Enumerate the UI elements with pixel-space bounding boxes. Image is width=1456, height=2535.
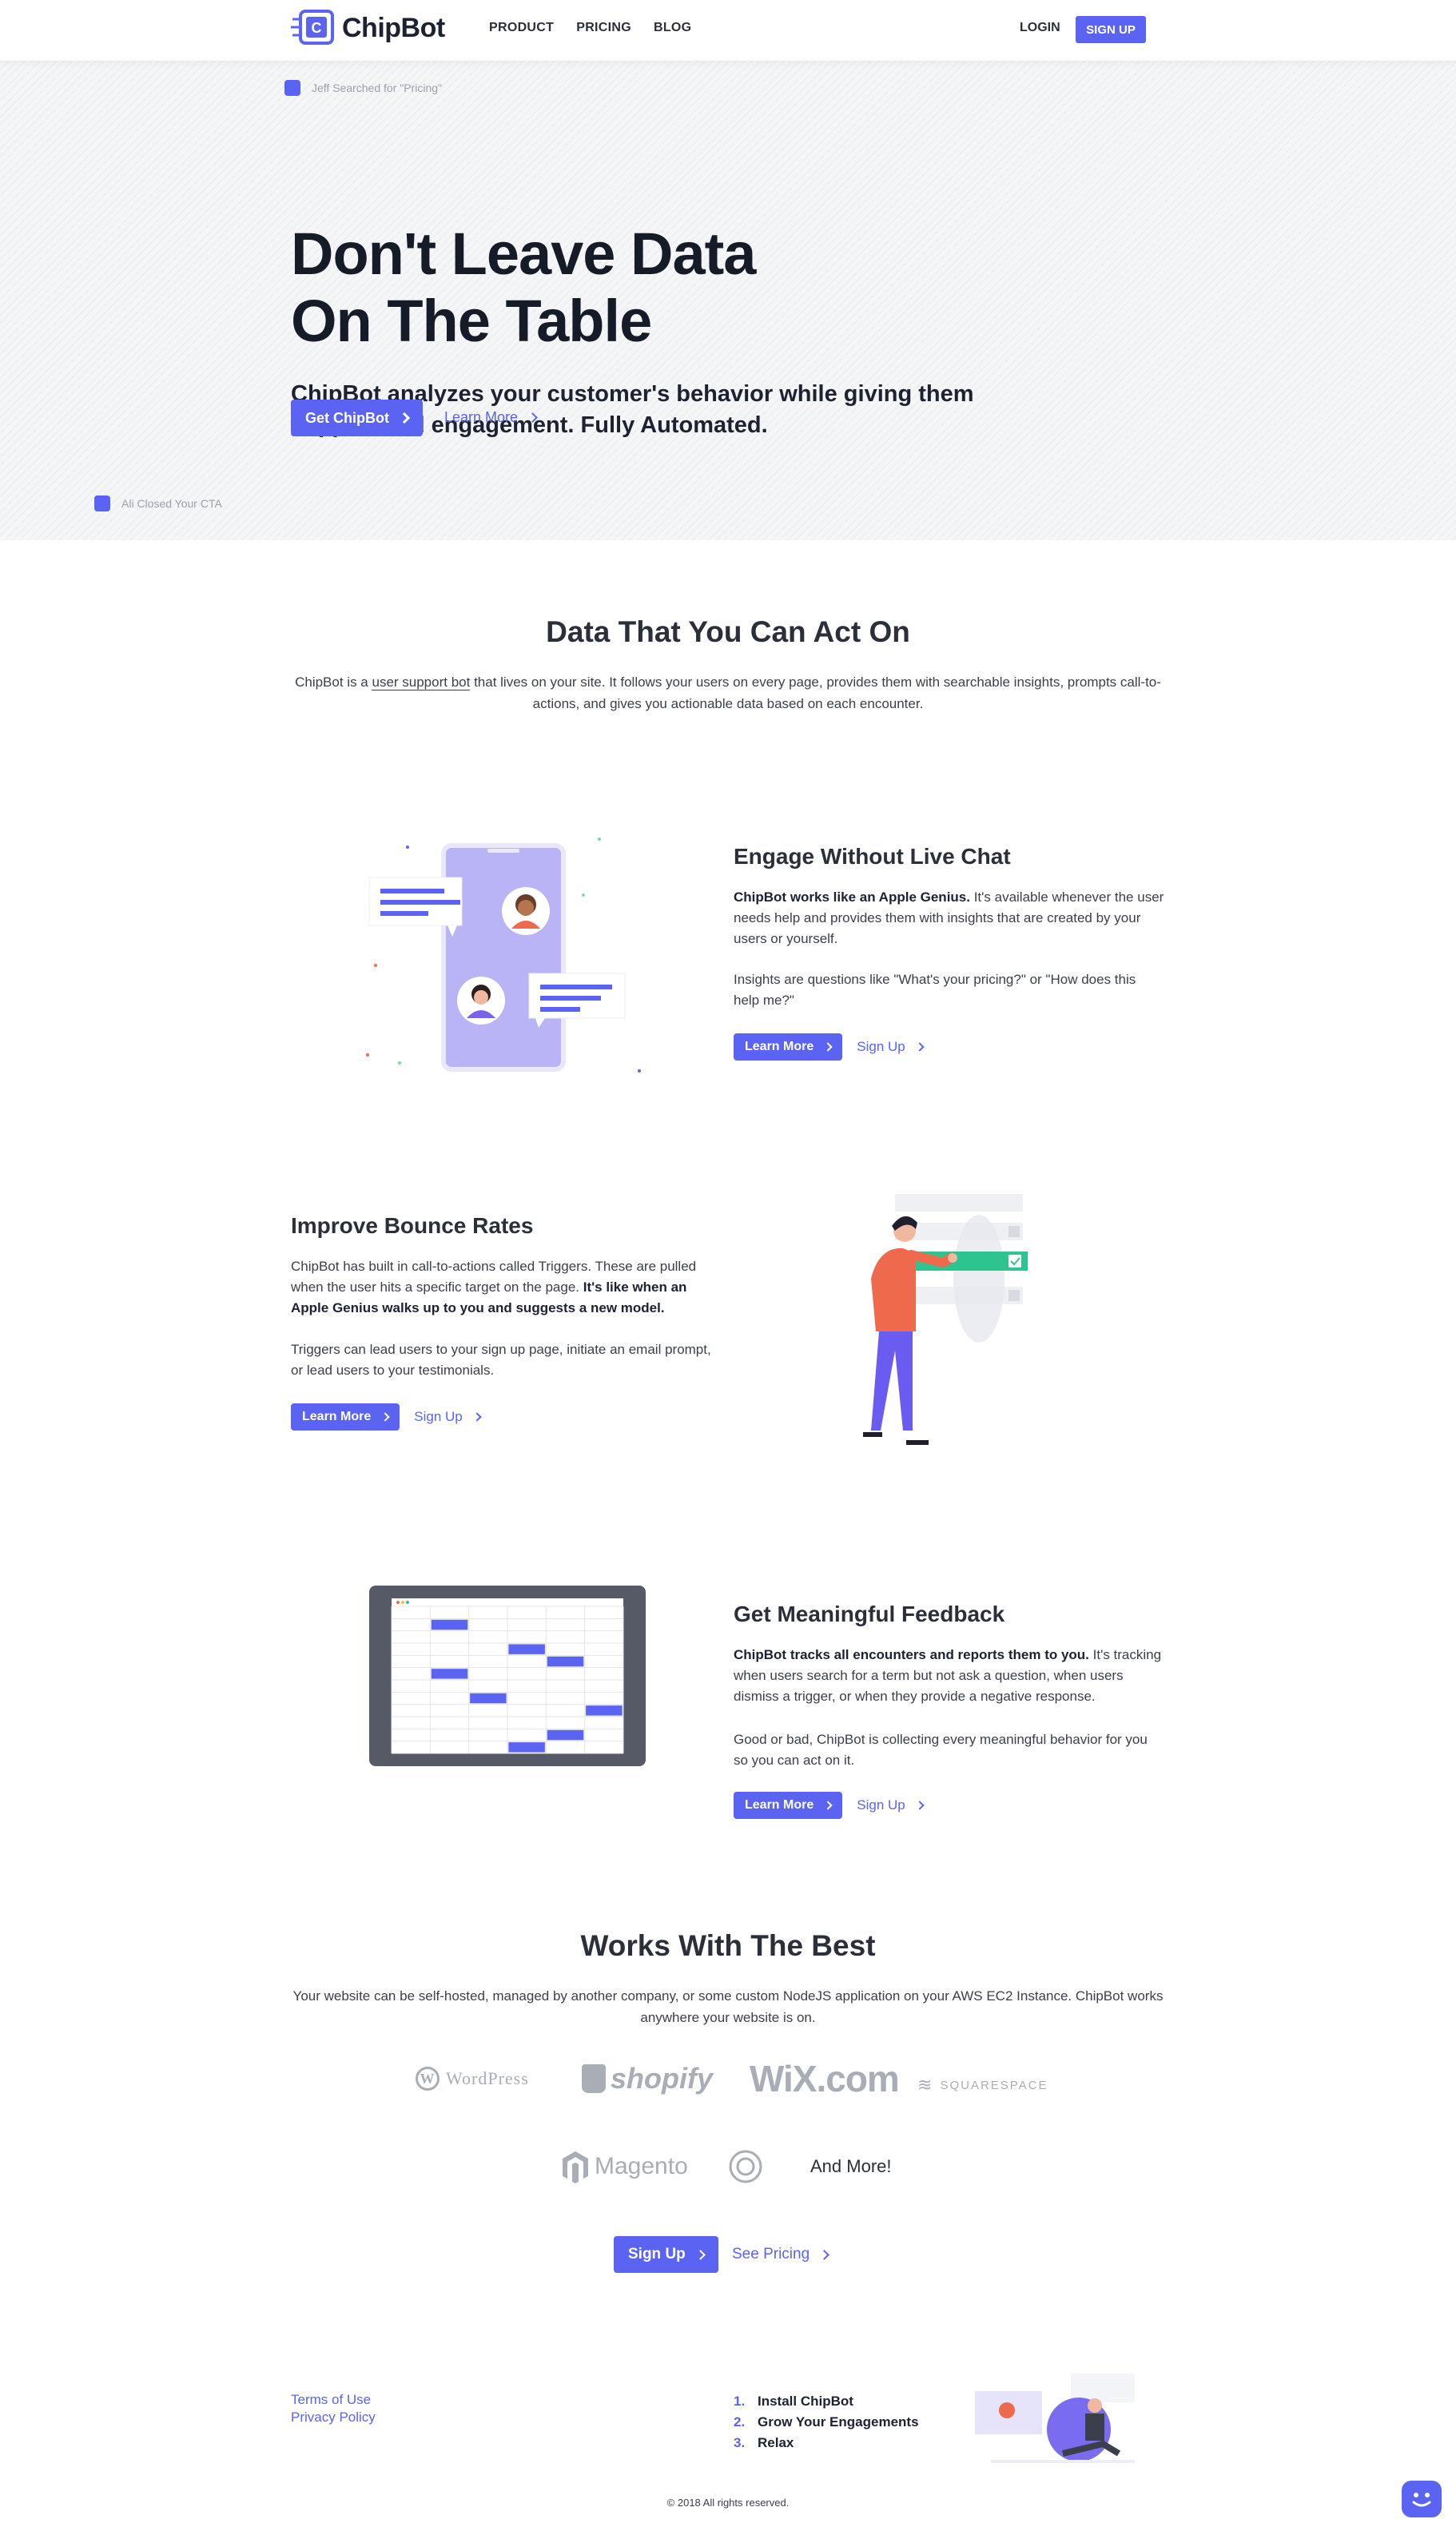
- highlighted-cell: [469, 1692, 507, 1705]
- feature-feedback-buttons: Learn More Sign Up: [734, 1792, 925, 1819]
- notification-bottom: Ali Closed Your CTA: [94, 495, 222, 511]
- intro-title: Data That You Can Act On: [546, 615, 910, 648]
- feature-bounce-text-2: Triggers can lead users to your sign up …: [291, 1342, 711, 1378]
- engage-learn-more-button[interactable]: Learn More: [734, 1033, 843, 1061]
- notification-text: Ali Closed Your CTA: [121, 497, 222, 510]
- get-chipbot-label: Get ChipBot: [305, 409, 389, 426]
- feedback-signup-link[interactable]: Sign Up: [857, 1797, 925, 1813]
- hero-title-line2: On The Table: [291, 288, 652, 354]
- chevron-right-icon: [823, 1042, 833, 1052]
- tablet-illustration: [369, 1586, 646, 1766]
- step-item: 2. Grow Your Engagements: [734, 2414, 919, 2430]
- squarespace-logo: ≋ SQUARESPACE: [917, 2075, 1048, 2095]
- highlighted-cell: [430, 1668, 469, 1680]
- see-pricing-link[interactable]: See Pricing: [732, 2246, 830, 2263]
- feature-feedback-text: ChipBot tracks all encounters and report…: [734, 1647, 1162, 1704]
- chevron-right-icon: [819, 2249, 830, 2260]
- chevron-right-icon: [380, 1412, 390, 1422]
- works-text: Your website can be self-hosted, managed…: [292, 1988, 1164, 2025]
- feature-feedback-title: Get Meaningful Feedback: [734, 1602, 1005, 1626]
- steps-list: 1. Install ChipBot 2. Grow Your Engagement…: [734, 2391, 919, 2453]
- chevron-right-icon: [823, 1801, 833, 1810]
- shopify-bag-icon: [582, 2064, 606, 2093]
- person-illustration: [839, 1191, 1047, 1478]
- intro-text: ChipBot is a user support bot that lives…: [295, 675, 1161, 711]
- highlighted-cell: [507, 1643, 546, 1655]
- user-support-bot-link[interactable]: user support bot: [372, 675, 471, 690]
- wix-logo: WiX.com: [750, 2058, 900, 2099]
- and-more-text: And More!: [810, 2156, 892, 2176]
- chevron-right-icon: [694, 2249, 706, 2260]
- wordpress-icon: W: [416, 2067, 440, 2091]
- nav-product[interactable]: PRODUCT: [489, 21, 554, 35]
- feature-engage-buttons: Learn More Sign Up: [734, 1033, 925, 1061]
- bounce-signup-link[interactable]: Sign Up: [414, 1409, 482, 1425]
- highlighted-cell: [546, 1655, 585, 1668]
- chevron-right-icon: [472, 1412, 482, 1422]
- magento-logo: Magento: [561, 2150, 688, 2183]
- footer-links: Terms of Use Privacy Policy: [291, 2391, 376, 2426]
- svg-text:C: C: [312, 20, 322, 36]
- chat-widget-button[interactable]: [1402, 2481, 1442, 2517]
- feature-bounce-title: Improve Bounce Rates: [291, 1213, 534, 1238]
- chipbot-logo-icon: C: [291, 8, 336, 48]
- learn-more-label: Learn More: [444, 409, 519, 425]
- get-chipbot-button[interactable]: Get ChipBot: [291, 400, 423, 436]
- nav-links: PRODUCT PRICING BLOG: [489, 21, 691, 35]
- notification-icon: [94, 495, 110, 511]
- terms-link[interactable]: Terms of Use: [291, 2391, 376, 2409]
- brand-name: ChipBot: [342, 12, 445, 43]
- bounce-learn-more-button[interactable]: Learn More: [291, 1403, 400, 1431]
- feature-engage-text: ChipBot works like an Apple Genius. It's…: [734, 889, 1164, 946]
- login-link[interactable]: LOGIN: [1020, 21, 1060, 35]
- chevron-right-icon: [915, 1801, 925, 1810]
- feature-engage-text-2: Insights are questions like "What's your…: [734, 972, 1136, 1008]
- relax-illustration: [975, 2374, 1143, 2477]
- copyright: © 2018 All rights reserved.: [666, 2497, 790, 2509]
- chevron-right-icon: [915, 1042, 925, 1052]
- works-title: Works With The Best: [580, 1929, 876, 1962]
- feature-bounce-buttons: Learn More Sign Up: [291, 1403, 482, 1431]
- custom-app-icon: [729, 2150, 762, 2187]
- notification-top: Jeff Searched for "Pricing": [284, 80, 442, 96]
- wordpress-logo: W WordPress: [416, 2067, 529, 2091]
- hero-section: Jeff Searched for "Pricing" Don't Leave …: [0, 61, 1456, 540]
- feedback-learn-more-button[interactable]: Learn More: [734, 1792, 843, 1819]
- shopify-logo: shopify: [582, 2062, 713, 2095]
- feature-feedback-text-2: Good or bad, ChipBot is collecting every…: [734, 1732, 1148, 1768]
- chevron-right-icon: [398, 412, 411, 424]
- highlighted-cell: [507, 1741, 546, 1753]
- highlighted-cell: [430, 1618, 469, 1631]
- intro-section: Data That You Can Act On: [0, 615, 1456, 649]
- nav-pricing[interactable]: PRICING: [576, 21, 631, 35]
- signup-button[interactable]: SIGN UP: [1076, 16, 1146, 43]
- highlighted-cell: [585, 1705, 623, 1717]
- step-item: 3. Relax: [734, 2435, 794, 2450]
- notification-text: Jeff Searched for "Pricing": [312, 82, 442, 94]
- works-signup-button[interactable]: Sign Up: [614, 2236, 718, 2273]
- squarespace-icon: ≋: [917, 2075, 934, 2095]
- feature-engage-title: Engage Without Live Chat: [734, 844, 1011, 869]
- notification-icon: [284, 80, 300, 96]
- nav-blog[interactable]: BLOG: [654, 21, 691, 35]
- privacy-link[interactable]: Privacy Policy: [291, 2409, 376, 2426]
- chat-face-icon: [1412, 2493, 1431, 2516]
- magento-icon: [563, 2151, 588, 2183]
- step-item: 1. Install ChipBot: [734, 2394, 853, 2409]
- logo[interactable]: C ChipBot: [291, 8, 445, 48]
- hero-learn-more-link[interactable]: Learn More: [444, 409, 538, 426]
- works-section: Works With The Best: [0, 1929, 1456, 1963]
- top-nav: C ChipBot PRODUCT PRICING BLOG LOGIN SIG…: [0, 0, 1456, 61]
- engage-signup-link[interactable]: Sign Up: [857, 1039, 925, 1055]
- hero-title: Don't Leave Data On The Table: [291, 221, 1010, 355]
- chat-illustration: [360, 823, 663, 1095]
- highlighted-cell: [546, 1729, 585, 1741]
- feature-bounce-text: ChipBot has built in call-to-actions cal…: [291, 1259, 697, 1315]
- hero-title-line1: Don't Leave Data: [291, 221, 756, 287]
